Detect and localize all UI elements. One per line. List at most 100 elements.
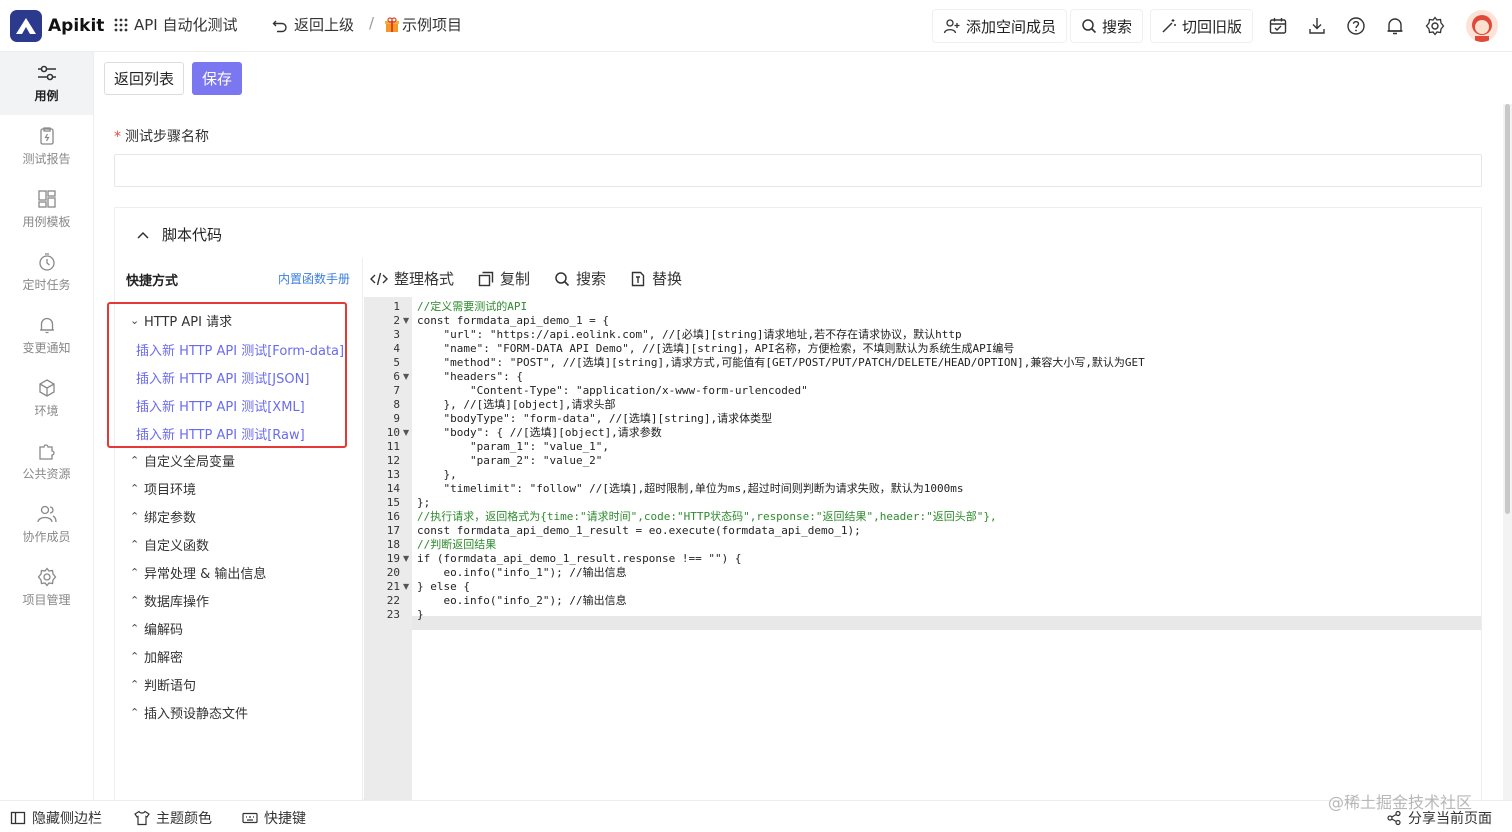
copy-code-label: 复制 bbox=[500, 270, 531, 288]
sidebar-item-scheduled-tasks[interactable]: 定时任务 bbox=[0, 241, 93, 304]
sidebar-item-label: 用例 bbox=[34, 89, 59, 103]
calendar-icon[interactable] bbox=[1268, 16, 1288, 36]
chevron-up-icon: ⌃ bbox=[130, 650, 140, 663]
search-button[interactable]: 搜索 bbox=[1070, 9, 1144, 43]
shortcut-keys-button[interactable]: 快捷键 bbox=[242, 808, 306, 828]
project-name: API 自动化测试 bbox=[134, 16, 238, 34]
sidebar-item-project-management[interactable]: 项目管理 bbox=[0, 556, 93, 619]
sidebar-item-test-report[interactable]: 测试报告 bbox=[0, 115, 93, 178]
undo-icon bbox=[272, 20, 287, 32]
line-number: 22 bbox=[386, 594, 400, 607]
copy-code-button[interactable]: 复制 bbox=[478, 268, 530, 289]
shortcut-group[interactable]: ⌃ 自定义函数 bbox=[130, 535, 209, 554]
add-user-icon bbox=[943, 19, 960, 34]
timer-icon bbox=[38, 253, 55, 271]
back-up-link[interactable]: 返回上级 bbox=[272, 14, 354, 35]
cube-icon bbox=[38, 379, 55, 397]
shortcut-group[interactable]: ⌃ 绑定参数 bbox=[130, 507, 196, 526]
breadcrumb-project[interactable]: 示例项目 bbox=[384, 14, 462, 35]
chevron-up-icon: ⌃ bbox=[130, 678, 140, 691]
code-line: "body": { //[选填][object],请求参数 bbox=[417, 426, 662, 439]
search-code-button[interactable]: 搜索 bbox=[554, 268, 606, 289]
members-icon bbox=[36, 505, 57, 523]
sidebar-item-cases[interactable]: 用例 bbox=[0, 52, 93, 115]
fold-arrow-icon[interactable]: ▼ bbox=[403, 582, 409, 591]
theme-color-label: 主题颜色 bbox=[156, 811, 212, 827]
chevron-up-icon: ⌃ bbox=[130, 482, 140, 495]
shortcut-group[interactable]: ⌃ 判断语句 bbox=[130, 675, 196, 694]
line-number: 16 bbox=[386, 510, 400, 523]
bottom-bar bbox=[0, 800, 1512, 832]
step-name-label-text: 测试步骤名称 bbox=[125, 129, 209, 145]
shortcut-keys-label: 快捷键 bbox=[264, 811, 306, 827]
app-logo[interactable]: Apikit bbox=[10, 10, 104, 42]
sidebar-item-public-resources[interactable]: 公共资源 bbox=[0, 430, 93, 493]
settings-gear-icon[interactable] bbox=[1425, 16, 1445, 36]
line-number: 17 bbox=[386, 524, 400, 537]
chevron-up-icon: ⌃ bbox=[130, 510, 140, 523]
user-avatar[interactable] bbox=[1466, 10, 1498, 42]
shortcut-group[interactable]: ⌃ 数据库操作 bbox=[130, 591, 209, 610]
sidebar-item-case-templates[interactable]: 用例模板 bbox=[0, 178, 93, 241]
line-number: 8 bbox=[393, 398, 400, 411]
script-code-header[interactable]: 脚本代码 bbox=[136, 224, 222, 245]
sidebar-item-collaborators[interactable]: 协作成员 bbox=[0, 493, 93, 556]
page-scrollbar-thumb[interactable] bbox=[1505, 104, 1510, 514]
puzzle-icon bbox=[38, 444, 55, 460]
line-number: 3 bbox=[393, 328, 400, 341]
bell-icon bbox=[39, 317, 54, 334]
line-number: 12 bbox=[386, 454, 400, 467]
replace-code-button[interactable]: 替换 bbox=[630, 268, 682, 289]
code-line: const formdata_api_demo_1 = { bbox=[417, 314, 610, 327]
shortcut-group[interactable]: ⌃ 自定义全局变量 bbox=[130, 451, 235, 470]
hide-sidebar-button[interactable]: 隐藏侧边栏 bbox=[10, 808, 102, 828]
report-icon bbox=[39, 127, 54, 145]
back-up-label: 返回上级 bbox=[294, 16, 355, 34]
project-switcher[interactable]: API 自动化测试 bbox=[114, 14, 238, 35]
shortcut-group[interactable]: ⌃ 项目环境 bbox=[130, 479, 196, 498]
theme-color-button[interactable]: 主题颜色 bbox=[134, 808, 212, 828]
code-line: }, //[选填][object],请求头部 bbox=[417, 398, 616, 411]
shortcut-group[interactable]: ⌃ 编解码 bbox=[130, 619, 183, 638]
code-line: //定义需要测试的API bbox=[417, 300, 528, 313]
shortcut-group[interactable]: ⌃ 插入预设静态文件 bbox=[130, 703, 248, 722]
grid-icon bbox=[114, 18, 128, 31]
code-line: }, bbox=[417, 468, 457, 481]
format-code-button[interactable]: 整理格式 bbox=[370, 268, 454, 289]
hide-sidebar-label: 隐藏侧边栏 bbox=[32, 811, 102, 827]
sidebar-item-change-notifications[interactable]: 变更通知 bbox=[0, 304, 93, 367]
fold-arrow-icon[interactable]: ▼ bbox=[403, 428, 409, 437]
help-icon[interactable] bbox=[1346, 16, 1366, 36]
line-number: 15 bbox=[386, 496, 400, 509]
line-number: 9 bbox=[393, 412, 400, 425]
sidebar-item-environment[interactable]: 环境 bbox=[0, 367, 93, 430]
code-line: } bbox=[417, 608, 424, 621]
line-number: 6 bbox=[393, 370, 400, 383]
step-name-input[interactable] bbox=[114, 154, 1482, 187]
fold-arrow-icon[interactable]: ▼ bbox=[403, 316, 409, 325]
fold-arrow-icon[interactable]: ▼ bbox=[403, 554, 409, 563]
code-editor[interactable]: 1 2 ▼ 3 4 5 6 ▼ 7 8 9 10 ▼ 11 12 13 14 15 1… bbox=[364, 297, 1481, 800]
line-number: 11 bbox=[386, 440, 400, 453]
fold-arrow-icon[interactable]: ▼ bbox=[403, 372, 409, 381]
code-line: "param_1": "value_1", bbox=[417, 440, 610, 453]
add-member-button[interactable]: 添加空间成员 bbox=[932, 9, 1068, 43]
back-to-list-button[interactable]: 返回列表 bbox=[104, 62, 185, 95]
shortcut-group[interactable]: ⌃ 加解密 bbox=[130, 647, 183, 666]
builtin-functions-link[interactable]: 内置函数手册 bbox=[278, 270, 350, 287]
line-number: 1 bbox=[393, 300, 400, 313]
download-icon[interactable] bbox=[1307, 16, 1327, 36]
code-line: "method": "POST", //[选填][string],请求方式,可能… bbox=[417, 356, 1145, 369]
share-page-button[interactable]: 分享当前页面 bbox=[1386, 808, 1492, 828]
notification-bell-icon[interactable] bbox=[1385, 16, 1405, 36]
active-line-highlight bbox=[412, 616, 1481, 630]
search-icon bbox=[1082, 19, 1097, 34]
switch-old-version-button[interactable]: 切回旧版 bbox=[1150, 9, 1254, 43]
copy-icon bbox=[478, 271, 494, 286]
code-line: } else { bbox=[417, 580, 470, 593]
shortcut-group[interactable]: ⌃ 异常处理 & 输出信息 bbox=[130, 563, 266, 582]
save-button[interactable]: 保存 bbox=[192, 62, 243, 95]
required-mark: * bbox=[114, 129, 121, 145]
line-number: 23 bbox=[386, 608, 400, 621]
share-icon bbox=[1387, 810, 1401, 826]
